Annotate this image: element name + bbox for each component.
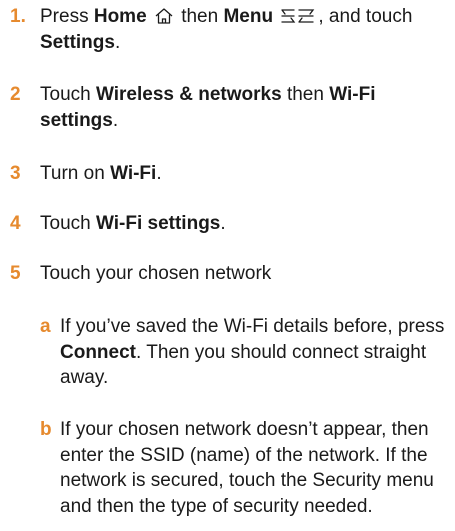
step-2: 2 Touch Wireless & networks then Wi-Fi s… <box>10 82 447 133</box>
settings-label: Settings <box>40 31 115 53</box>
step-number: 4 <box>10 213 21 234</box>
step-number: 2 <box>10 84 21 105</box>
substep-a: a If you’ve saved the Wi-Fi details befo… <box>40 314 447 391</box>
substep-b: b If your chosen network doesn’t appear,… <box>40 417 447 519</box>
connect-label: Connect <box>60 341 136 363</box>
step-1: 1. Press Home then Menu , and touch Sett… <box>10 4 447 55</box>
step-text: Touch Wi-Fi settings. <box>40 213 226 234</box>
step-3: 3 Turn on Wi-Fi. <box>10 161 447 187</box>
step-text: Turn on Wi-Fi. <box>40 163 162 184</box>
substep-letter: b <box>40 419 52 440</box>
step-text: Touch your chosen network <box>40 263 272 284</box>
menu-icon <box>280 7 316 25</box>
step-text: Press Home then Menu , and touch Setting… <box>40 6 413 53</box>
substep-text: If you’ve saved the Wi-Fi details before… <box>60 316 445 388</box>
home-icon <box>154 7 174 25</box>
home-label: Home <box>93 6 147 27</box>
step-5: 5 Touch your chosen network <box>10 261 447 287</box>
substep-text: If your chosen network doesn’t appear, t… <box>60 419 434 517</box>
step-number: 1. <box>10 6 26 27</box>
substep-letter: a <box>40 316 51 337</box>
menu-label: Menu <box>223 6 274 27</box>
step-4: 4 Touch Wi-Fi settings. <box>10 211 447 237</box>
instruction-page: 1. Press Home then Menu , and touch Sett… <box>0 0 455 531</box>
step-number: 3 <box>10 163 21 184</box>
step-text: Touch Wireless & networks then Wi-Fi set… <box>40 84 376 131</box>
step-number: 5 <box>10 263 21 284</box>
